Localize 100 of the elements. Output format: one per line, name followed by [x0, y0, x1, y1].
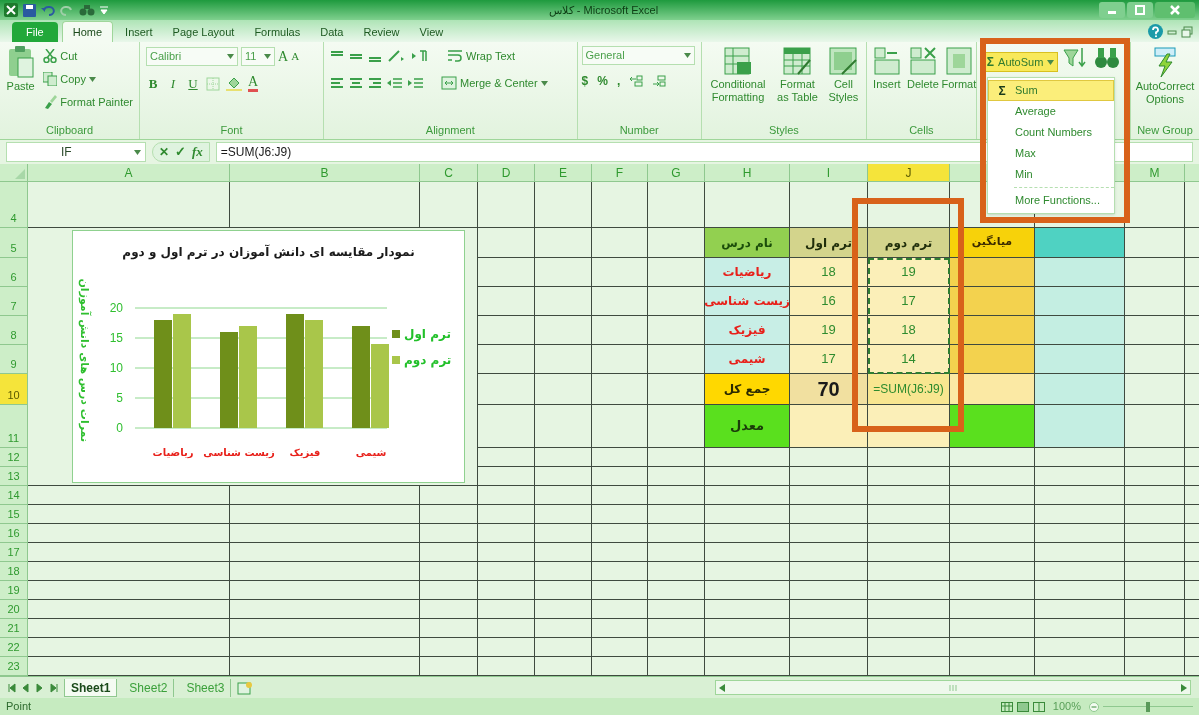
grid-cell[interactable]: [420, 524, 478, 543]
grid-cell[interactable]: [420, 562, 478, 581]
grid-cell[interactable]: [420, 638, 478, 657]
grid-cell[interactable]: [790, 543, 868, 562]
row-header[interactable]: 19: [0, 581, 28, 600]
grid-cell[interactable]: [230, 182, 420, 228]
ribbon-tab[interactable]: View: [411, 22, 452, 42]
grid-cell[interactable]: [535, 258, 592, 287]
grid-cell[interactable]: [648, 448, 705, 467]
grid-cell[interactable]: [420, 581, 478, 600]
fill-bucket-icon[interactable]: [226, 76, 242, 91]
grid-cell[interactable]: [950, 600, 1035, 619]
underline-button[interactable]: U: [186, 74, 200, 94]
grid-cell[interactable]: [592, 505, 648, 524]
grid-cell[interactable]: [592, 374, 648, 405]
next-sheet-icon[interactable]: [36, 682, 44, 693]
align-right-icon[interactable]: [367, 77, 382, 89]
grid-cell[interactable]: [28, 562, 230, 581]
grid-cell[interactable]: [592, 581, 648, 600]
previous-sheet-icon[interactable]: [22, 682, 30, 693]
enter-button[interactable]: ✓: [175, 142, 186, 162]
scroll-thumb-icon[interactable]: [947, 683, 959, 692]
bold-button[interactable]: B: [146, 74, 160, 94]
customize-icon[interactable]: [100, 6, 108, 14]
find-icon[interactable]: [1094, 46, 1121, 70]
row-header[interactable]: 11: [0, 405, 28, 448]
cell-styles-button[interactable]: Cell Styles: [824, 46, 862, 122]
grid-cell[interactable]: [535, 316, 592, 345]
grid-cell[interactable]: [28, 505, 230, 524]
grid-cell[interactable]: [1125, 524, 1185, 543]
grid-cell[interactable]: [950, 657, 1035, 676]
grid-cell[interactable]: [1125, 505, 1185, 524]
format-as-table-button[interactable]: Format as Table: [774, 46, 821, 122]
scroll-left-icon[interactable]: [719, 683, 725, 692]
insert-button[interactable]: Insert: [870, 46, 903, 122]
grid-cell[interactable]: [535, 182, 592, 228]
grid-cell[interactable]: [478, 258, 535, 287]
grid-cell[interactable]: [1035, 505, 1125, 524]
ribbon-tab[interactable]: Formulas: [246, 22, 309, 42]
grid-cell[interactable]: [420, 543, 478, 562]
row-header[interactable]: 10: [0, 374, 28, 405]
grid-cell[interactable]: [420, 600, 478, 619]
grid-cell[interactable]: [705, 657, 790, 676]
grid-cell[interactable]: [478, 345, 535, 374]
grid-cell[interactable]: [230, 562, 420, 581]
grid-cell[interactable]: [1125, 228, 1185, 258]
row-header[interactable]: 17: [0, 543, 28, 562]
menu-item[interactable]: Min: [988, 164, 1114, 185]
paste-button[interactable]: Paste: [4, 46, 38, 122]
grid-cell[interactable]: [648, 581, 705, 600]
row-header[interactable]: 4: [0, 182, 28, 228]
grid-cell[interactable]: [592, 524, 648, 543]
italic-button[interactable]: I: [166, 74, 180, 94]
autocorrect-options-button[interactable]: AutoCorrect Options: [1135, 46, 1195, 122]
grid-cell[interactable]: [1035, 543, 1125, 562]
grid-cell[interactable]: [868, 562, 950, 581]
row-header[interactable]: 5: [0, 228, 28, 258]
column-header[interactable]: A: [28, 164, 230, 182]
ribbon-tab[interactable]: Home: [61, 21, 114, 42]
grid-cell[interactable]: [1035, 448, 1125, 467]
grid-cell[interactable]: [950, 505, 1035, 524]
grid-cell[interactable]: [592, 345, 648, 374]
grid-cell[interactable]: [705, 486, 790, 505]
column-header[interactable]: D: [478, 164, 535, 182]
grid-cell[interactable]: [420, 657, 478, 676]
grid-cell[interactable]: [1125, 600, 1185, 619]
grid-cell[interactable]: [592, 448, 648, 467]
grid-cell[interactable]: [478, 581, 535, 600]
font-color-button[interactable]: A: [248, 75, 259, 93]
grid-cell[interactable]: [1035, 619, 1125, 638]
conditional-formatting-button[interactable]: Conditional Formatting: [705, 46, 771, 122]
decrease-indent-icon[interactable]: [386, 77, 403, 89]
paragraph-direction-icon[interactable]: [409, 49, 430, 63]
first-sheet-icon[interactable]: [8, 682, 16, 693]
page-break-view-icon[interactable]: [1032, 701, 1045, 712]
grid-cell[interactable]: [868, 638, 950, 657]
increase-indent-icon[interactable]: [407, 77, 424, 89]
grid-cell[interactable]: [28, 486, 230, 505]
grid-cell[interactable]: [868, 448, 950, 467]
grid-cell[interactable]: [1035, 562, 1125, 581]
grid-cell[interactable]: [1125, 486, 1185, 505]
ribbon-tab[interactable]: Insert: [117, 22, 161, 42]
grid-cell[interactable]: [868, 619, 950, 638]
row-header[interactable]: 12: [0, 448, 28, 467]
row-header[interactable]: 16: [0, 524, 28, 543]
grid-cell[interactable]: [1125, 182, 1185, 228]
font-size-field[interactable]: 11: [241, 47, 275, 66]
grid-cell[interactable]: [705, 524, 790, 543]
grid-cell[interactable]: [1125, 657, 1185, 676]
wrap-text-button[interactable]: Wrap Text: [444, 46, 518, 66]
grid-cell[interactable]: [420, 182, 478, 228]
grid-cell[interactable]: [648, 486, 705, 505]
grid-cell[interactable]: [868, 657, 950, 676]
menu-item[interactable]: Σ Sum: [988, 80, 1114, 101]
copy-button[interactable]: Copy: [41, 69, 135, 89]
grid-cell[interactable]: [28, 543, 230, 562]
undo-icon[interactable]: [41, 4, 55, 16]
grid-cell[interactable]: [705, 448, 790, 467]
grid-cell[interactable]: [230, 619, 420, 638]
grid-cell[interactable]: [535, 638, 592, 657]
